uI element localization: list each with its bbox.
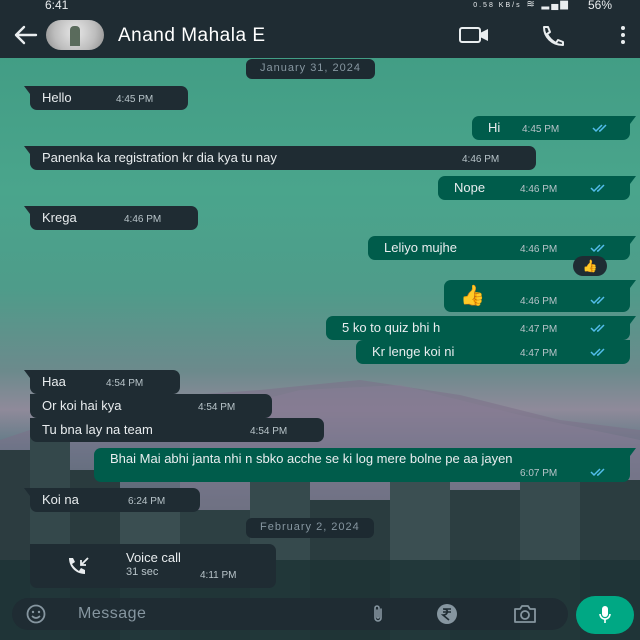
message-outgoing[interactable]: Kr lenge koi ni 4:47 PM [356, 340, 630, 364]
signal-icon: ▂▄▆ [541, 0, 570, 10]
message-text: Kr lenge koi ni [372, 344, 455, 359]
message-time: 4:46 PM [462, 154, 500, 165]
message-time: 4:47 PM [520, 324, 558, 335]
microphone-icon [599, 606, 611, 623]
status-bar: 6:41 0.58 KB/s ≋ ▂▄▆ 56% [0, 0, 640, 12]
message-outgoing[interactable]: Bhai Mai abhi janta nhi n sbko acche se … [94, 448, 636, 482]
voice-call-duration: 31 sec [126, 566, 159, 578]
message-incoming[interactable]: Hello 4:45 PM [24, 86, 188, 110]
message-incoming[interactable]: Or koi hai kya 4:54 PM [30, 394, 272, 418]
message-text: Tu bna lay na team [42, 422, 153, 437]
video-camera-icon[interactable] [456, 24, 492, 46]
message-incoming[interactable]: Tu bna lay na team 4:54 PM [30, 418, 324, 442]
message-text: 5 ko to quiz bhi h [342, 320, 441, 335]
emoji-icon[interactable] [26, 604, 46, 624]
message-time: 4:46 PM [520, 184, 558, 195]
message-text: Panenka ka registration kr dia kya tu na… [42, 150, 277, 165]
double-tick-icon [590, 244, 605, 253]
message-text: Koi na [42, 492, 79, 507]
message-time: 4:46 PM [520, 296, 558, 307]
message-text: Krega [42, 210, 77, 225]
message-time: 4:54 PM [198, 402, 236, 413]
double-tick-icon [590, 468, 605, 477]
message-time: 4:45 PM [116, 94, 154, 105]
message-time: 4:47 PM [520, 348, 558, 359]
message-outgoing[interactable]: 👍 4:46 PM [444, 280, 636, 312]
battery-percent: 56% [587, 0, 612, 12]
camera-icon[interactable] [512, 604, 538, 624]
message-list[interactable]: January 31, 2024 Hello 4:45 PM Hi 4:45 P… [0, 58, 640, 598]
message-incoming[interactable]: Krega 4:46 PM [24, 206, 198, 230]
message-time: 4:54 PM [250, 426, 288, 437]
incoming-call-icon [66, 556, 90, 576]
reaction-badge[interactable]: 👍 [573, 256, 607, 276]
message-incoming[interactable]: Panenka ka registration kr dia kya tu na… [24, 146, 536, 170]
double-tick-icon [590, 348, 605, 357]
status-icons: 0.58 KB/s ≋ ▂▄▆ [473, 0, 570, 10]
double-tick-icon [592, 124, 607, 133]
message-composer [12, 598, 568, 630]
voice-call-time: 4:11 PM [200, 570, 237, 581]
wifi-icon: ≋ [526, 0, 537, 10]
emoji-message: 👍 [460, 285, 485, 307]
message-outgoing[interactable]: Hi 4:45 PM [472, 116, 636, 140]
message-text: Leliyo mujhe [384, 240, 457, 255]
avatar[interactable] [46, 20, 104, 50]
message-time: 4:45 PM [522, 124, 560, 135]
message-text: Nope [454, 180, 486, 195]
message-time: 4:54 PM [106, 378, 144, 389]
arrow-left-icon[interactable] [12, 24, 38, 46]
message-time: 4:46 PM [520, 244, 558, 255]
message-input[interactable] [78, 602, 358, 626]
message-text: Bhai Mai abhi janta nhi n sbko acche se … [110, 451, 513, 466]
double-tick-icon [590, 324, 605, 333]
message-text: Hi [488, 120, 501, 135]
message-outgoing[interactable]: Nope 4:46 PM [438, 176, 636, 200]
paperclip-icon[interactable] [368, 604, 388, 624]
double-tick-icon [590, 296, 605, 305]
phone-icon[interactable] [538, 24, 570, 46]
message-time: 6:24 PM [128, 496, 166, 507]
mic-button[interactable] [576, 596, 634, 634]
message-time: 6:07 PM [520, 468, 558, 479]
message-text: Hello [42, 90, 72, 105]
rupee-icon[interactable] [436, 603, 458, 625]
double-tick-icon [590, 184, 605, 193]
message-text: Haa [42, 374, 66, 389]
message-incoming[interactable]: Haa 4:54 PM [24, 370, 180, 394]
message-incoming[interactable]: Koi na 6:24 PM [24, 488, 200, 512]
voice-call-title: Voice call [126, 550, 181, 565]
date-chip: February 2, 2024 [246, 518, 374, 538]
message-text: Or koi hai kya [42, 398, 122, 413]
status-time: 6:41 [45, 0, 69, 12]
message-time: 4:46 PM [124, 214, 162, 225]
date-chip: January 31, 2024 [246, 59, 376, 79]
data-rate: 0.58 KB/s [473, 2, 522, 9]
contact-name[interactable]: Anand Mahala E [118, 25, 266, 47]
chat-header: Anand Mahala E [0, 12, 640, 58]
voice-call-card[interactable]: Voice call 31 sec 4:11 PM [30, 544, 276, 588]
message-outgoing[interactable]: 5 ko to quiz bhi h 4:47 PM [326, 316, 636, 340]
more-vertical-icon[interactable] [616, 24, 630, 46]
